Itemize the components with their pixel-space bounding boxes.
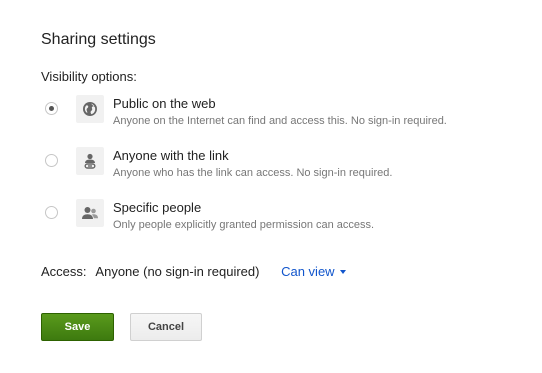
- option-title: Anyone with the link: [113, 148, 229, 163]
- access-row: Access: Anyone (no sign-in required) Can…: [41, 264, 346, 279]
- access-label: Access:: [41, 264, 87, 279]
- people-icon: [76, 199, 104, 227]
- radio-specific-people[interactable]: [45, 206, 58, 219]
- radio-anyone-with-the-link[interactable]: [45, 154, 58, 167]
- option-anyone-with-the-link[interactable]: Anyone with the link Anyone who has the …: [41, 147, 511, 187]
- access-value: Anyone (no sign-in required): [95, 264, 260, 279]
- option-public-on-the-web[interactable]: Public on the web Anyone on the Internet…: [41, 95, 511, 135]
- access-permission-dropdown[interactable]: Can view: [281, 264, 346, 279]
- caret-down-icon: [339, 269, 346, 274]
- option-title: Public on the web: [113, 96, 216, 111]
- visibility-options-label: Visibility options:: [41, 69, 137, 84]
- option-title: Specific people: [113, 200, 202, 215]
- option-description: Anyone who has the link can access. No s…: [113, 167, 393, 179]
- sharing-settings-dialog: Sharing settings Visibility options: Pub…: [0, 0, 542, 373]
- option-description: Only people explicitly granted permissio…: [113, 219, 375, 231]
- option-description: Anyone on the Internet can find and acce…: [113, 115, 447, 127]
- globe-icon: [76, 95, 104, 123]
- radio-public-on-the-web[interactable]: [45, 102, 58, 115]
- access-dropdown-label: Can view: [281, 264, 335, 279]
- cancel-button[interactable]: Cancel: [130, 313, 202, 341]
- dialog-title: Sharing settings: [41, 31, 156, 48]
- save-button[interactable]: Save: [41, 313, 114, 341]
- option-specific-people[interactable]: Specific people Only people explicitly g…: [41, 199, 511, 239]
- person-link-icon: [76, 147, 104, 175]
